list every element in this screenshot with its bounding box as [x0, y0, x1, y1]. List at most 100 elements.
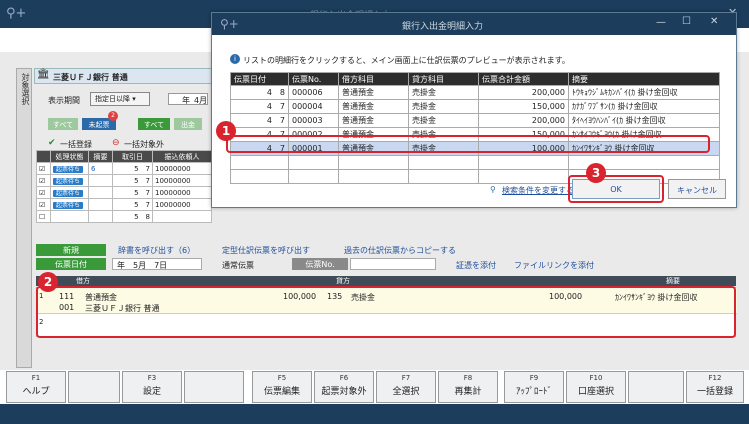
- year-label: 年: [182, 96, 190, 105]
- dialog-grid: 伝票日付 伝票No. 借方科目 貸方科目 伝票合計金額 摘要 4 8 000006…: [230, 72, 720, 184]
- grid-col-debit[interactable]: 借方科目: [338, 72, 409, 86]
- row-checkbox[interactable]: ☑: [36, 174, 51, 187]
- copy-slip-link[interactable]: 過去の仕訳伝票からコピーする: [344, 245, 456, 256]
- f8-recalc-button[interactable]: F8 再集計: [438, 371, 498, 403]
- dict-link[interactable]: 辞書を呼び出す（6）: [118, 245, 195, 256]
- callout-2: 2: [38, 272, 58, 292]
- callout-box-2: [36, 286, 736, 338]
- period-label: 表示期間: [48, 96, 80, 105]
- status-badge: 起票待ち: [53, 166, 84, 173]
- f4-button[interactable]: [184, 371, 244, 403]
- grid-col-amount[interactable]: 伝票合計金額: [478, 72, 569, 86]
- new-slip-button[interactable]: 新規: [36, 244, 106, 256]
- f5-edit-slip-button[interactable]: F5 伝票編集: [252, 371, 312, 403]
- cancel-button[interactable]: キャンセル: [668, 179, 726, 199]
- f11-button[interactable]: [628, 371, 684, 403]
- row-day: 8: [279, 88, 285, 97]
- f3-settings-button[interactable]: F3 設定: [122, 371, 182, 403]
- table-row[interactable]: ☑ 起票待ち 5 7 10000000: [36, 198, 212, 211]
- fixed-slip-link[interactable]: 定型仕訳伝票を呼び出す: [222, 245, 310, 256]
- table-row[interactable]: ☑ 起票待ち 6 5 7 10000000: [36, 162, 212, 175]
- row-checkbox[interactable]: ☑: [36, 198, 51, 211]
- status-badge: 起票待ち: [53, 178, 84, 185]
- filter-all-button[interactable]: すべて: [48, 118, 78, 130]
- day-cell: 7: [145, 164, 150, 173]
- day-cell: 7: [145, 188, 150, 197]
- row-slip-no: 000006: [288, 85, 339, 100]
- bulk-register-link[interactable]: 一括登録: [60, 139, 92, 150]
- row-amount: 150,000: [478, 99, 569, 114]
- credit-header: 貸方: [336, 277, 350, 285]
- left-grid: 処理状態 摘要 取引日 振込依頼人 ☑ 起票待ち 6 5 7 10000000 ☑ 起票待…: [36, 150, 212, 223]
- filter-all2-button[interactable]: すべて: [138, 118, 170, 130]
- slip-date-label: 伝票日付: [36, 258, 106, 270]
- exclude-icon: ⊖: [112, 138, 120, 148]
- table-row[interactable]: 4 8 000006 普通預金 売掛金 200,000 ﾄｳｷｮｳｼﾞﾑｷｶﾝﾊﾞｲ(ｶ …: [230, 85, 720, 100]
- left-grid-col[interactable]: 処理状態: [50, 150, 89, 163]
- dialog-close-icon[interactable]: ✕: [710, 16, 718, 27]
- grid-col-date[interactable]: 伝票日付: [230, 72, 289, 86]
- slip-no-field[interactable]: [350, 258, 436, 270]
- change-search-link[interactable]: 検索条件を変更する: [502, 185, 574, 196]
- f12-bulk-register-button[interactable]: F12 一括登録: [686, 371, 744, 403]
- f10-account-select-button[interactable]: F10 口座選択: [566, 371, 626, 403]
- left-grid-col[interactable]: 摘要: [88, 150, 113, 163]
- left-grid-col[interactable]: 取引日: [112, 150, 153, 163]
- file-link-link[interactable]: ファイルリンクを添付: [514, 260, 594, 271]
- fkey-label: F9: [529, 374, 539, 382]
- f1-help-button[interactable]: F1 ヘルプ: [6, 371, 66, 403]
- attach-evidence-link[interactable]: 証憑を添付: [456, 260, 496, 271]
- row-checkbox[interactable]: ☑: [36, 162, 51, 175]
- info-icon: i: [230, 54, 240, 64]
- dialog-logo-icon: ⚲+: [220, 17, 239, 31]
- row-slip-no: 000004: [288, 99, 339, 114]
- payer-cell: 10000000: [152, 174, 212, 187]
- tekiyo-cell: [88, 186, 113, 199]
- fkey-label: F6: [339, 374, 349, 382]
- fkey-name: ヘルプ: [22, 387, 50, 397]
- fkey-label: F7: [401, 374, 411, 382]
- slip-date-field[interactable]: 年 5月 7日: [112, 258, 202, 270]
- table-row[interactable]: 4 7 000004 普通預金 売掛金 150,000 ｶﾅｶﾞﾜﾌﾞｻﾝ(ｶ 掛け金回収: [230, 99, 720, 114]
- row-checkbox[interactable]: ☐: [36, 210, 51, 223]
- callout-1: 1: [216, 121, 236, 141]
- fkey-label: F12: [708, 374, 722, 382]
- fkey-name: 一括登録: [696, 387, 733, 397]
- dialog-maximize-icon[interactable]: ☐: [682, 16, 691, 27]
- f7-select-all-button[interactable]: F7 全選択: [376, 371, 436, 403]
- bulk-exclude-link[interactable]: 一括対象外: [124, 139, 164, 150]
- grid-col-no[interactable]: 伝票No.: [288, 72, 339, 86]
- dialog-minimize-icon[interactable]: —: [656, 17, 666, 28]
- row-memo: ﾄｳｷｮｳｼﾞﾑｷｶﾝﾊﾞｲ(ｶ 掛け金回収: [568, 85, 720, 100]
- payer-cell: 10000000: [152, 162, 212, 175]
- payer-cell: [152, 210, 212, 223]
- tekiyo-link[interactable]: 6: [88, 162, 113, 175]
- row-slip-no: 000003: [288, 113, 339, 128]
- table-row[interactable]: ☐ 5 8: [36, 210, 212, 223]
- grid-col-credit[interactable]: 貸方科目: [408, 72, 479, 86]
- month-label: 4月: [194, 96, 208, 105]
- grid-col-memo[interactable]: 摘要: [568, 72, 720, 86]
- fkey-name: 口座選択: [577, 387, 614, 397]
- left-grid-col[interactable]: 振込依頼人: [152, 150, 212, 163]
- table-row[interactable]: ☑ 起票待ち 5 7 10000000: [36, 174, 212, 187]
- memo-header: 摘要: [666, 277, 680, 285]
- period-select[interactable]: 指定日以降 ▾: [90, 92, 150, 106]
- status-cell: [50, 210, 89, 223]
- row-month: 4: [266, 102, 272, 111]
- table-row[interactable]: ☑ 起票待ち 5 7 10000000: [36, 186, 212, 199]
- filter-out-button[interactable]: 出金: [174, 118, 202, 130]
- f2-button[interactable]: [68, 371, 120, 403]
- row-credit: 売掛金: [408, 85, 479, 100]
- month-cell: 5: [134, 176, 139, 185]
- f6-exclude-button[interactable]: F6 起票対象外: [314, 371, 374, 403]
- table-row[interactable]: 4 7 000003 普通預金 売掛金 200,000 ﾀｲﾍｲﾖｳﾊﾝﾊﾞｲ(ｶ 掛け金…: [230, 113, 720, 128]
- fkey-name: 全選択: [392, 387, 420, 397]
- row-checkbox[interactable]: ☑: [36, 186, 51, 199]
- f9-upload-button[interactable]: F9 ｱｯﾌﾟﾛｰﾄﾞ: [504, 371, 564, 403]
- left-grid-col: [36, 150, 51, 163]
- bank-icon: 🏛: [37, 69, 50, 80]
- day-cell: 7: [145, 200, 150, 209]
- side-tab[interactable]: 対象選択: [16, 68, 32, 368]
- row-day: 7: [279, 116, 285, 125]
